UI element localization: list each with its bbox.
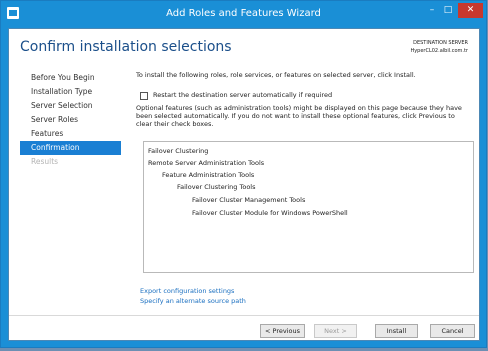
close-button[interactable]: ✕ <box>458 3 483 18</box>
nav-item-confirmation[interactable]: Confirmation <box>20 141 121 155</box>
cancel-button[interactable]: Cancel <box>430 324 475 338</box>
page-title: Confirm installation selections <box>20 39 232 55</box>
nav-item-installation-type[interactable]: Installation Type <box>20 85 121 99</box>
nav-item-results: Results <box>31 157 59 166</box>
optional-features-note: Optional features (such as administratio… <box>136 104 462 128</box>
intro-text: To install the following roles, role ser… <box>136 71 416 79</box>
destination-server-label: DESTINATION SERVER <box>413 40 468 46</box>
next-button[interactable]: Next > <box>314 324 357 338</box>
nav-item-before-you-begin[interactable]: Before You Begin <box>20 71 121 85</box>
list-item: Failover Clustering Tools <box>177 183 256 191</box>
maximize-button[interactable]: □ <box>440 3 456 18</box>
wizard-window: Add Roles and Features Wizard – □ ✕ Conf… <box>0 0 487 348</box>
wizard-client-area: Confirm installation selections DESTINAT… <box>8 28 480 341</box>
nav-item-features[interactable]: Features <box>20 127 121 141</box>
destination-server-name: HyperCL02.albil.com.tr <box>410 48 468 54</box>
list-item: Remote Server Administration Tools <box>148 159 265 167</box>
wizard-nav: Before You Begin Installation Type Serve… <box>20 71 121 169</box>
install-button[interactable]: Install <box>375 324 418 338</box>
list-item: Failover Cluster Module for Windows Powe… <box>192 209 348 217</box>
confirmation-content: To install the following roles, role ser… <box>136 71 476 128</box>
nav-item-server-roles[interactable]: Server Roles <box>20 113 121 127</box>
minimize-button[interactable]: – <box>424 3 440 18</box>
list-item: Failover Clustering <box>148 147 209 155</box>
alternate-source-link[interactable]: Specify an alternate source path <box>140 296 246 306</box>
footer-separator <box>9 315 479 316</box>
export-configuration-link[interactable]: Export configuration settings <box>140 286 246 296</box>
list-item: Feature Administration Tools <box>162 171 255 179</box>
restart-checkbox-label[interactable]: Restart the destination server automatic… <box>153 91 332 99</box>
nav-item-server-selection[interactable]: Server Selection <box>20 99 121 113</box>
previous-button[interactable]: < Previous <box>260 324 305 338</box>
list-item: Failover Cluster Management Tools <box>192 196 306 204</box>
content-links: Export configuration settings Specify an… <box>140 286 246 306</box>
restart-checkbox[interactable] <box>140 92 148 100</box>
title-bar[interactable]: Add Roles and Features Wizard – □ ✕ <box>1 1 486 28</box>
selection-list: Failover Clustering Remote Server Admini… <box>143 141 474 273</box>
window-title: Add Roles and Features Wizard <box>166 8 321 19</box>
